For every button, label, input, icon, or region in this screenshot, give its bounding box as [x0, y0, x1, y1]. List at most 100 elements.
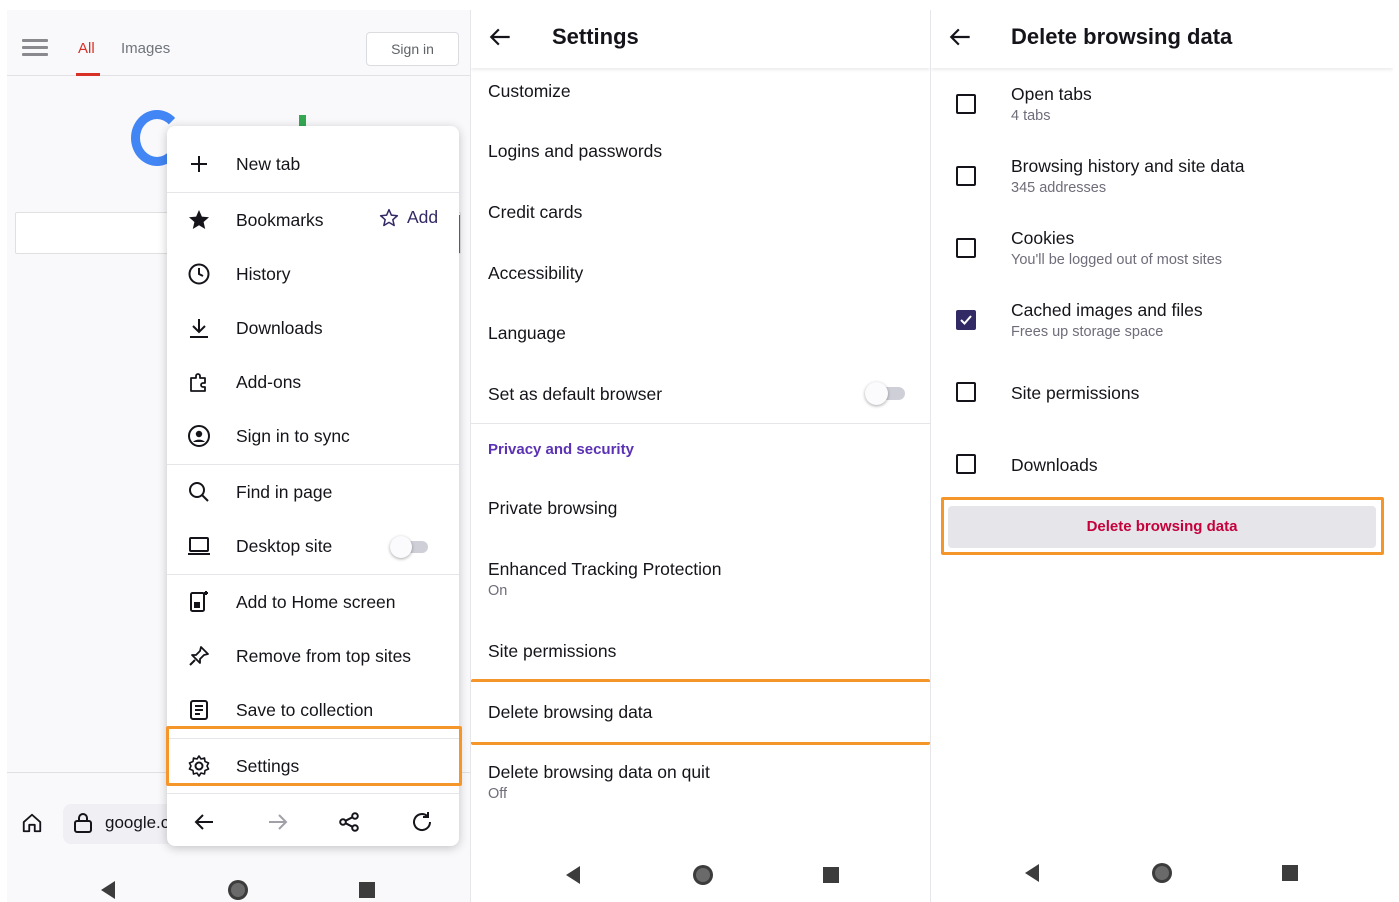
back-triangle-icon[interactable] — [99, 880, 117, 900]
settings-item-credit-cards[interactable]: Credit cards — [488, 202, 582, 223]
home-circle-icon[interactable] — [227, 879, 249, 901]
option-label: Site permissions — [1011, 383, 1140, 403]
menu-divider — [167, 574, 459, 575]
gear-icon — [188, 755, 210, 777]
home-circle-icon[interactable] — [1151, 862, 1173, 884]
menu-item-addons[interactable]: Add-ons — [167, 357, 459, 407]
menu-item-new-tab[interactable]: New tab — [167, 139, 459, 189]
settings-item-language[interactable]: Language — [488, 323, 566, 344]
back-arrow-icon[interactable] — [488, 24, 514, 50]
android-nav-bar — [7, 870, 470, 902]
android-nav-bar — [931, 853, 1393, 902]
menu-label: History — [236, 264, 291, 284]
menu-label: Desktop site — [236, 536, 333, 556]
home-icon[interactable] — [21, 812, 43, 834]
unpin-icon — [189, 646, 209, 666]
delete-browsing-data-button[interactable]: Delete browsing data — [948, 506, 1376, 548]
etp-status: On — [488, 583, 508, 599]
option-label: Open tabs — [1011, 84, 1092, 104]
forward-arrow-icon[interactable] — [265, 810, 289, 834]
checkbox-downloads[interactable] — [956, 454, 976, 474]
clock-icon — [188, 263, 210, 285]
settings-panel: Settings Customize Logins and passwords … — [471, 10, 930, 902]
settings-item-default-browser[interactable]: Set as default browser — [488, 384, 662, 405]
menu-item-history[interactable]: History — [167, 249, 459, 299]
share-icon[interactable] — [337, 810, 361, 834]
menu-item-desktop-site[interactable]: Desktop site — [167, 521, 459, 571]
menu-item-remove-top-sites[interactable]: Remove from top sites — [167, 631, 459, 681]
recents-square-icon[interactable] — [358, 881, 376, 899]
checkbox-site-permissions[interactable] — [956, 382, 976, 402]
default-browser-toggle[interactable] — [865, 381, 905, 405]
menu-item-settings[interactable]: Settings — [167, 741, 459, 791]
menu-label: Sign in to sync — [236, 426, 350, 446]
laptop-icon — [188, 537, 210, 555]
menu-label: Bookmarks — [236, 210, 324, 230]
settings-item-site-permissions[interactable]: Site permissions — [488, 641, 616, 662]
delete-data-header: Delete browsing data — [931, 10, 1393, 68]
checkbox-cached-images[interactable] — [956, 310, 976, 330]
star-filled-icon — [189, 210, 209, 229]
tab-all[interactable]: All — [78, 40, 95, 57]
settings-item-private-browsing[interactable]: Private browsing — [488, 498, 617, 519]
delete-on-quit-status: Off — [488, 786, 508, 802]
plus-icon — [191, 156, 207, 172]
option-sublabel: 4 tabs — [1011, 108, 1051, 124]
menu-item-find-in-page[interactable]: Find in page — [167, 467, 459, 517]
back-triangle-icon[interactable] — [1023, 863, 1041, 883]
menu-label: Add to Home screen — [236, 592, 396, 612]
back-triangle-icon[interactable] — [564, 865, 582, 885]
delete-data-panel: Delete browsing data Open tabs 4 tabs Br… — [931, 10, 1393, 902]
hamburger-menu-icon[interactable] — [22, 39, 48, 59]
reload-icon[interactable] — [410, 810, 434, 834]
section-divider — [471, 423, 930, 424]
recents-square-icon[interactable] — [1281, 864, 1299, 882]
menu-divider — [167, 793, 459, 794]
menu-item-sign-in-sync[interactable]: Sign in to sync — [167, 411, 459, 461]
menu-item-bookmarks[interactable]: Bookmarks Add — [167, 195, 459, 245]
puzzle-icon — [190, 373, 206, 392]
settings-item-delete-on-quit[interactable]: Delete browsing data on quit — [488, 762, 710, 783]
back-arrow-icon[interactable] — [193, 810, 217, 834]
menu-divider — [167, 738, 459, 739]
download-icon — [190, 319, 208, 338]
checkbox-cookies[interactable] — [956, 238, 976, 258]
menu-label: Save to collection — [236, 700, 374, 720]
menu-label: Add-ons — [236, 372, 302, 392]
add-to-home-icon — [190, 591, 208, 612]
option-label: Browsing history and site data — [1011, 156, 1245, 176]
menu-item-add-home-screen[interactable]: Add to Home screen — [167, 577, 459, 627]
menu-item-downloads[interactable]: Downloads — [167, 303, 459, 353]
desktop-site-toggle[interactable] — [390, 536, 428, 558]
menu-label: Remove from top sites — [236, 646, 412, 666]
option-label: Cookies — [1011, 228, 1075, 248]
search-icon — [189, 482, 209, 502]
menu-nav-toolbar — [167, 798, 459, 846]
option-sublabel: You'll be logged out of most sites — [1011, 252, 1223, 268]
collection-icon — [190, 700, 208, 720]
tab-images[interactable]: Images — [121, 40, 170, 57]
add-bookmark-button[interactable]: Add — [379, 207, 438, 228]
checkbox-open-tabs[interactable] — [956, 94, 976, 114]
back-arrow-icon[interactable] — [948, 24, 974, 50]
settings-item-logins[interactable]: Logins and passwords — [488, 141, 662, 162]
menu-divider — [167, 464, 459, 465]
overflow-menu: New tab Bookmarks Add History Downloads … — [167, 126, 459, 846]
home-circle-icon[interactable] — [692, 864, 714, 886]
settings-item-accessibility[interactable]: Accessibility — [488, 263, 583, 284]
settings-item-etp[interactable]: Enhanced Tracking Protection — [488, 559, 721, 580]
checkbox-browsing-history[interactable] — [956, 166, 976, 186]
menu-label: New tab — [236, 154, 301, 174]
settings-item-customize[interactable]: Customize — [488, 81, 571, 102]
browser-panel: All Images Sign in google.c New tab Book… — [7, 10, 470, 902]
option-label: Downloads — [1011, 455, 1098, 475]
menu-label: Downloads — [236, 318, 323, 338]
menu-item-save-collection[interactable]: Save to collection — [167, 685, 459, 735]
settings-item-delete-data[interactable]: Delete browsing data — [488, 702, 652, 723]
option-sublabel: Frees up storage space — [1011, 324, 1164, 340]
page-title: Delete browsing data — [1011, 24, 1233, 49]
sign-in-button[interactable]: Sign in — [366, 32, 459, 66]
account-icon — [188, 425, 210, 447]
settings-header: Settings — [471, 10, 930, 68]
recents-square-icon[interactable] — [822, 866, 840, 884]
